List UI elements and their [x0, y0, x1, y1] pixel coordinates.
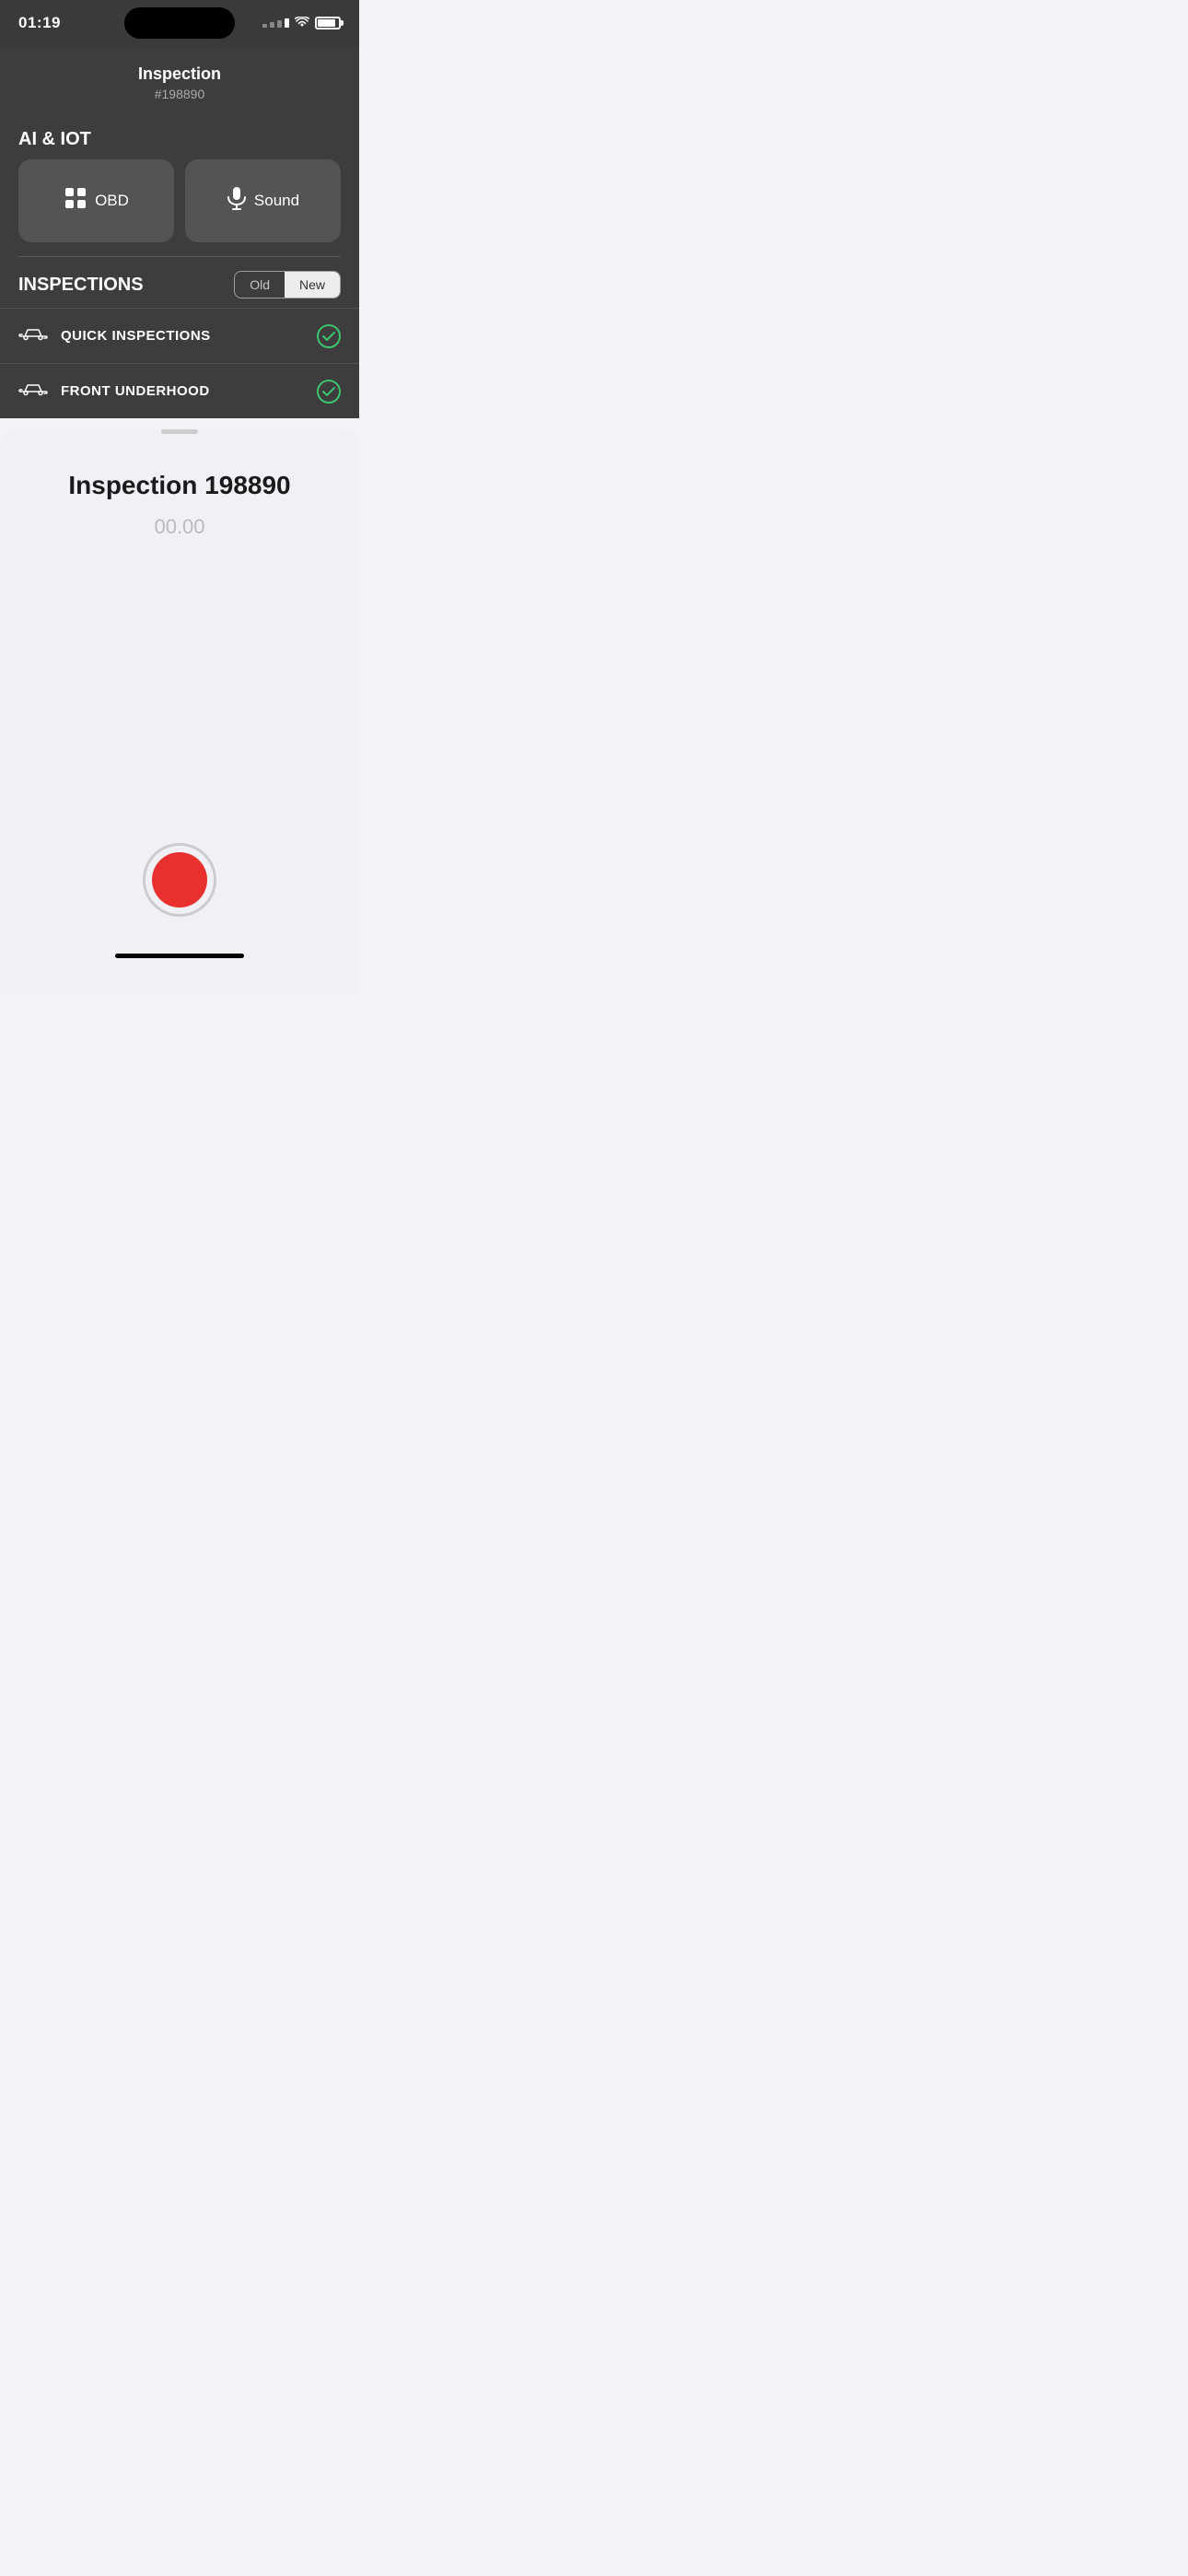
- ai-section-label: AI & IOT: [0, 115, 359, 159]
- sound-label: Sound: [254, 192, 299, 210]
- page-subtitle: #198890: [0, 87, 359, 101]
- sheet-timer: 00.00: [0, 515, 359, 539]
- status-icons: [262, 16, 341, 30]
- quick-inspection-label: QUICK INSPECTIONS: [61, 328, 304, 344]
- front-underhood-label: FRONT UNDERHOOD: [61, 383, 304, 399]
- front-inspection-status: [317, 380, 341, 404]
- dynamic-island: [124, 7, 235, 39]
- obd-label: OBD: [95, 192, 129, 210]
- record-button[interactable]: [143, 843, 216, 917]
- home-indicator: [115, 954, 244, 958]
- status-time: 01:19: [18, 14, 61, 32]
- obd-icon: [64, 186, 87, 216]
- page-title: Inspection: [0, 64, 359, 84]
- car-icon-front: [18, 377, 48, 405]
- old-toggle-button[interactable]: Old: [235, 272, 285, 298]
- bottom-sheet: Inspection 198890 00.00: [0, 429, 359, 995]
- inspections-title: INSPECTIONS: [18, 275, 144, 296]
- signal-icon: [262, 18, 289, 28]
- obd-card[interactable]: OBD: [18, 159, 174, 242]
- sheet-handle[interactable]: [161, 429, 198, 434]
- wifi-icon: [295, 16, 309, 30]
- inspection-row-quick[interactable]: QUICK INSPECTIONS: [0, 308, 359, 363]
- battery-icon: [315, 17, 341, 29]
- inspection-row-front[interactable]: FRONT UNDERHOOD: [0, 363, 359, 418]
- toggle-group: Old New: [234, 271, 341, 299]
- microphone-icon: [227, 186, 247, 216]
- status-bar: 01:19: [0, 0, 359, 46]
- record-button-wrap: [0, 843, 359, 935]
- sheet-title: Inspection 198890: [0, 471, 359, 500]
- sound-card[interactable]: Sound: [185, 159, 341, 242]
- page-header: Inspection #198890: [0, 46, 359, 115]
- sheet-content-area: [0, 539, 359, 797]
- new-toggle-button[interactable]: New: [285, 272, 340, 298]
- record-button-inner: [152, 852, 207, 907]
- ai-cards-container: OBD Sound: [0, 159, 359, 256]
- car-icon-quick: [18, 322, 48, 350]
- quick-inspection-status: [317, 324, 341, 348]
- background-screen: Inspection #198890 AI & IOT OBD: [0, 46, 359, 418]
- inspections-header: INSPECTIONS Old New: [0, 257, 359, 308]
